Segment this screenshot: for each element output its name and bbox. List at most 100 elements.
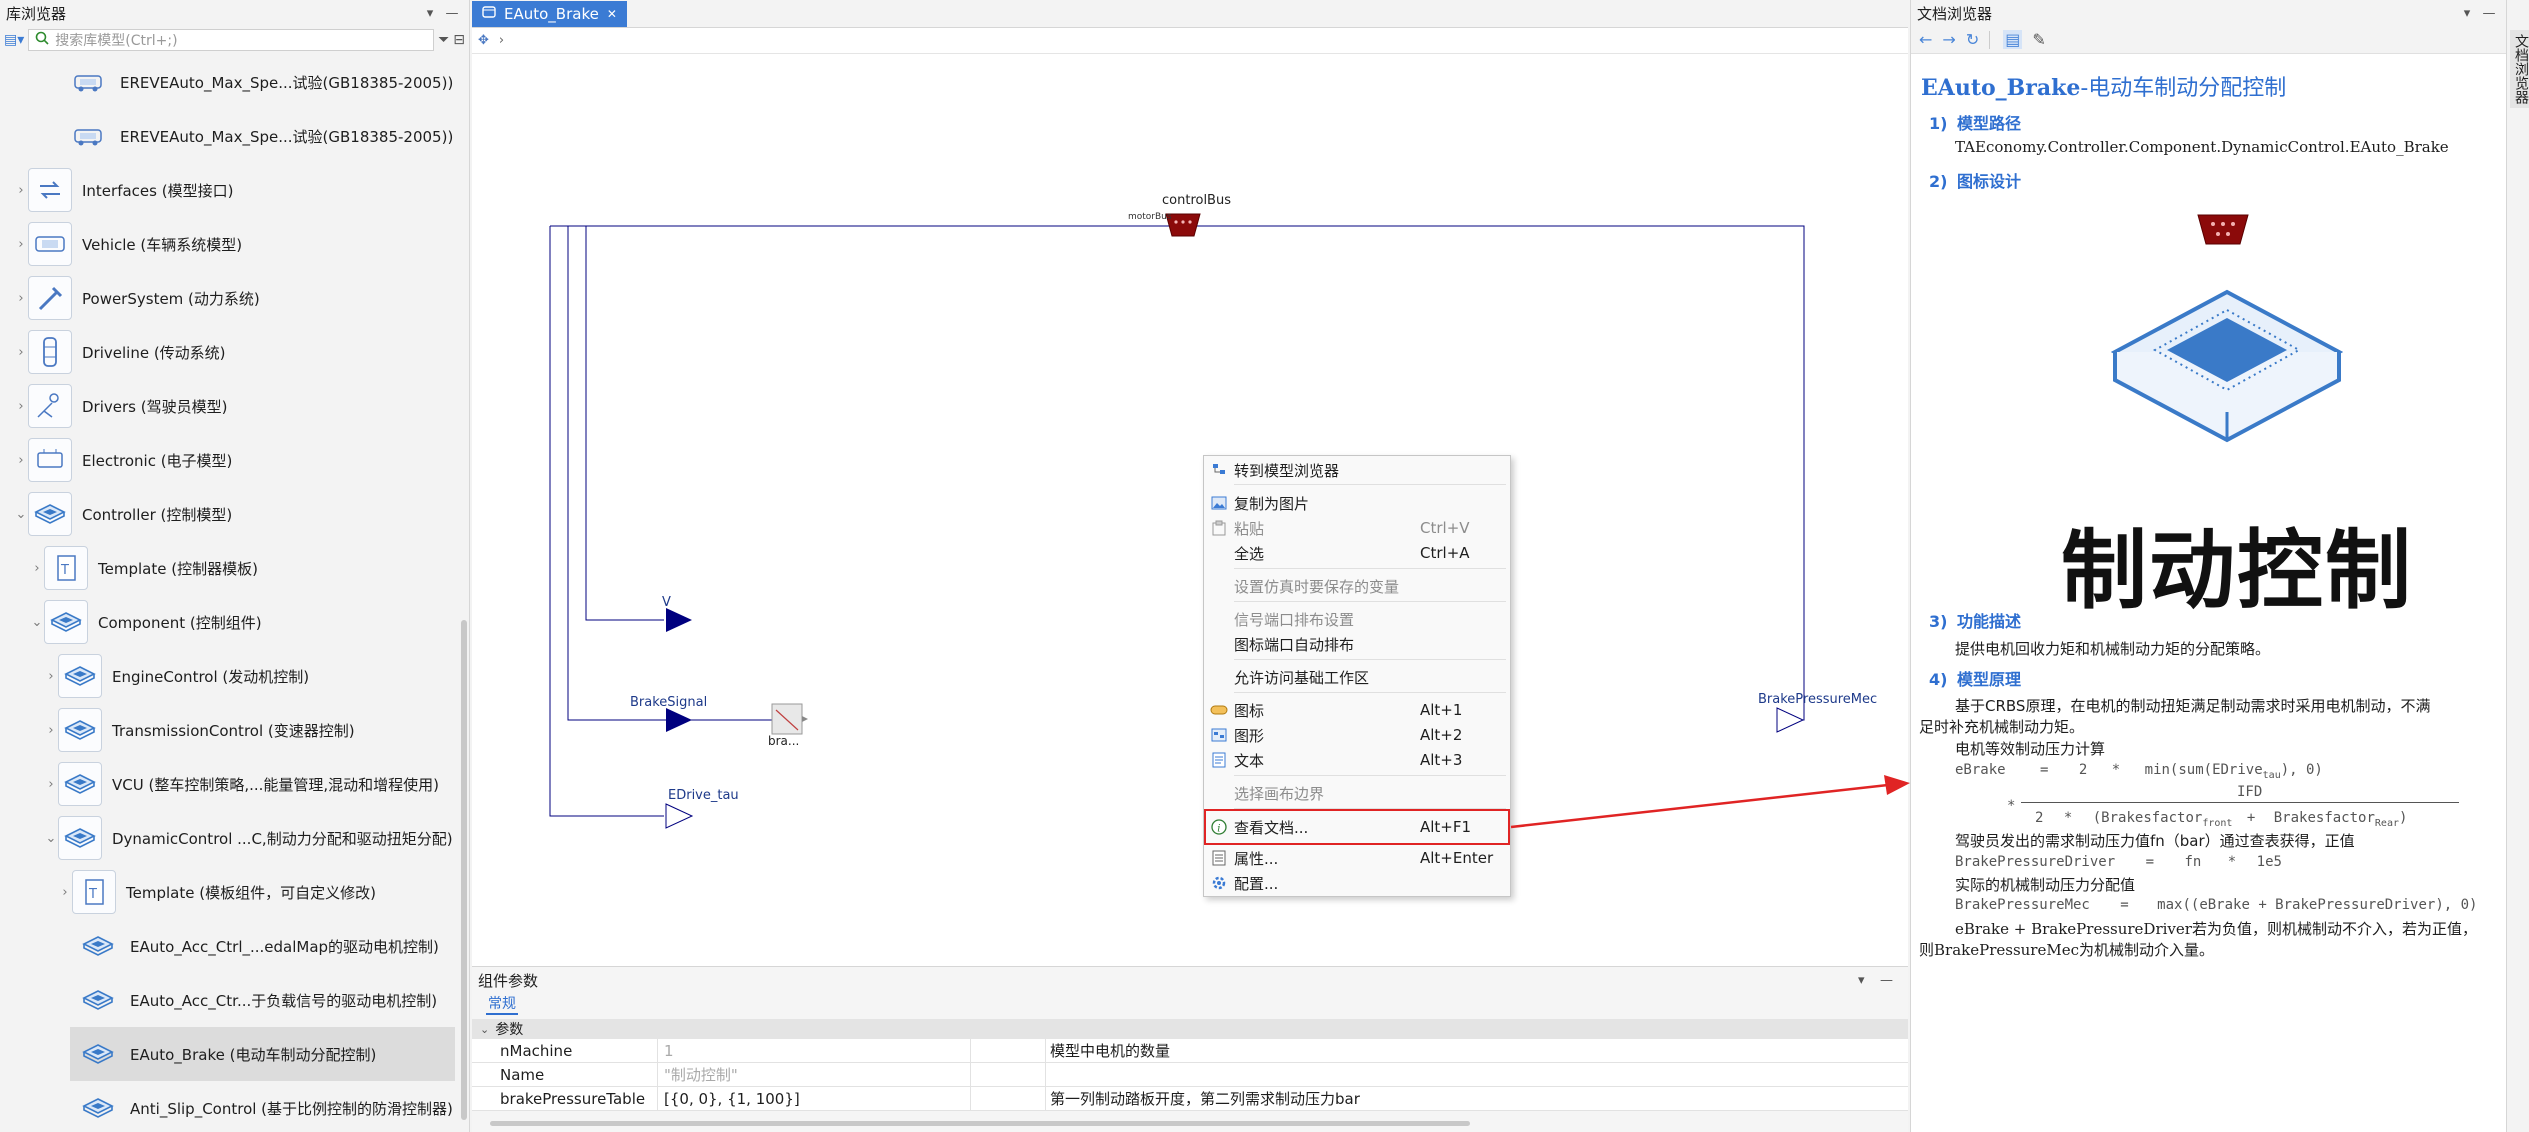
params-group-header[interactable]: ⌄ 参数 [472, 1019, 1908, 1039]
tree-item-eauto-acc-ctrl-2[interactable]: EAuto_Acc_Ctr...于负载信号的驱动电机控制) [0, 973, 455, 1027]
param-value-input[interactable]: [{0, 0}, {1, 100}] [658, 1087, 971, 1110]
image-icon [1204, 496, 1234, 510]
tree-item-powersystem[interactable]: › PowerSystem (动力系统) [0, 271, 455, 325]
brakesignal-label: BrakeSignal [630, 695, 708, 710]
collapse-all-icon[interactable]: ⊟ [453, 32, 465, 48]
minimize-icon[interactable]: — [2478, 6, 2500, 21]
chevron-right-icon[interactable]: › [14, 291, 28, 306]
tree-item-controller[interactable]: ⌄ Controller (控制模型) [0, 487, 455, 541]
chevron-down-icon[interactable]: ⌄ [480, 1023, 489, 1036]
chevron-down-icon[interactable]: ⌄ [14, 507, 28, 522]
info-icon: i [1204, 819, 1234, 835]
menu-item-signal-port-layout[interactable]: 信号端口排布设置 [1204, 607, 1510, 631]
chevron-down-icon[interactable]: ▾ [2456, 6, 2478, 21]
menu-item-view-documentation[interactable]: i 查看文档... Alt+F1 [1204, 809, 1510, 845]
doc-section-4-title: 4) 模型原理 [1929, 670, 2022, 689]
tab-eauto-brake[interactable]: EAuto_Brake ✕ [472, 1, 627, 27]
chevron-right-icon[interactable]: › [14, 183, 28, 198]
minimize-icon[interactable]: — [1880, 973, 1902, 988]
tree-item-label: Driveline (传动系统) [82, 343, 226, 362]
tree-item-controller-template[interactable]: › T Template (控制器模板) [0, 541, 455, 595]
chevron-right-icon[interactable]: › [44, 777, 58, 792]
chevron-down-icon[interactable]: ▾ [1858, 973, 1880, 988]
tree-item-label: Component (控制组件) [98, 613, 262, 632]
doc-motor-pressure-heading: 电机等效制动压力计算 [1955, 740, 2106, 758]
close-icon[interactable]: ✕ [607, 7, 617, 21]
chevron-right-icon[interactable]: › [58, 885, 72, 900]
param-value-input[interactable]: 1 [658, 1039, 971, 1062]
menu-item-allow-base-workspace[interactable]: 允许访问基础工作区 [1204, 665, 1510, 689]
chevron-right-icon[interactable]: › [44, 723, 58, 738]
tree-item-eauto-brake[interactable]: EAuto_Brake (电动车制动分配控制) [70, 1027, 455, 1081]
chevron-right-icon[interactable]: › [44, 669, 58, 684]
doc-heading: EAuto_Brake-电动车制动分配控制 [1921, 75, 2287, 101]
tree-item-anti-slip-control[interactable]: Anti_Slip_Control (基于比例控制的防滑控制器) [0, 1081, 455, 1132]
params-scrollbar[interactable] [490, 1121, 1470, 1126]
back-arrow-icon[interactable]: ← [1919, 30, 1932, 49]
menu-separator [1234, 775, 1506, 776]
doc-view-icon[interactable]: ▤ [2003, 30, 2023, 49]
list-item[interactable]: EREVEAuto_Max_Spe...试验(GB18385-2005)) [0, 109, 455, 163]
tree-item-dynamiccontrol[interactable]: ⌄ DynamicControl ...C,制动力分配和驱动扭矩分配) [0, 811, 455, 865]
library-search-input[interactable]: 搜索库模型(Ctrl+;) [28, 29, 435, 51]
chevron-right-icon[interactable]: › [14, 237, 28, 252]
tree-item-template-components[interactable]: › T Template (模板组件，可自定义修改) [0, 865, 455, 919]
menu-separator [1234, 692, 1506, 693]
chevron-down-icon[interactable]: ▾ [419, 6, 441, 21]
menu-item-paste[interactable]: 粘贴 Ctrl+V [1204, 516, 1510, 540]
tree-item-vehicle[interactable]: › Vehicle (车辆系统模型) [0, 217, 455, 271]
menu-item-diagram-view[interactable]: 图形 Alt+2 [1204, 723, 1510, 747]
edrive-tau-label: EDrive_tau [668, 788, 739, 803]
chevron-right-icon[interactable]: › [14, 345, 28, 360]
library-scrollbar[interactable] [461, 620, 467, 1120]
edit-icon[interactable]: ✎ [2032, 30, 2045, 49]
tree-item-interfaces[interactable]: › Interfaces (模型接口) [0, 163, 455, 217]
refresh-icon[interactable]: ↻ [1966, 30, 1979, 49]
tree-item-electronic[interactable]: › Electronic (电子模型) [0, 433, 455, 487]
editor-area: EAuto_Brake ✕ ✥ › controlBus motorBus V … [472, 0, 1908, 1132]
menu-item-goto-model-browser[interactable]: 转到模型浏览器 [1204, 458, 1510, 482]
tree-item-enginecontrol[interactable]: › EngineControl (发动机控制) [0, 649, 455, 703]
chevron-right-icon[interactable]: › [499, 33, 504, 48]
home-icon[interactable]: ✥ [478, 33, 489, 48]
tab-general[interactable]: 常规 [486, 993, 518, 1015]
forward-arrow-icon[interactable]: → [1942, 30, 1955, 49]
chip-icon [58, 816, 102, 860]
tree-item-driveline[interactable]: › Driveline (传动系统) [0, 325, 455, 379]
menu-item-select-canvas-bounds[interactable]: 选择画布边界 [1204, 781, 1510, 805]
component-chip-icon [2111, 289, 2343, 443]
tree-item-component[interactable]: ⌄ Component (控制组件) [0, 595, 455, 649]
filter-icon[interactable]: ⏷ [438, 32, 449, 48]
chevron-right-icon[interactable]: › [14, 453, 28, 468]
chevron-right-icon[interactable]: › [14, 399, 28, 414]
doc-function-desc: 提供电机回收力矩和机械制动力矩的分配策略。 [1955, 640, 2271, 658]
chevron-down-icon[interactable]: ⌄ [30, 615, 44, 630]
menu-item-copy-as-image[interactable]: 复制为图片 [1204, 491, 1510, 515]
chevron-down-icon[interactable]: ⌄ [44, 831, 58, 846]
table-row[interactable]: nMachine 1 模型中电机的数量 [472, 1039, 1908, 1063]
chevron-right-icon[interactable]: › [30, 561, 44, 576]
library-search-bar: ▤▾ 搜索库模型(Ctrl+;) ⏷ ⊟ [0, 26, 469, 54]
tree-item-eauto-acc-ctrl-1[interactable]: EAuto_Acc_Ctrl_...edalMap的驱动电机控制) [0, 919, 455, 973]
table-row[interactable]: brakePressureTable [{0, 0}, {1, 100}] 第一… [472, 1087, 1908, 1111]
table-row[interactable]: Name "制动控制" [472, 1063, 1908, 1087]
tree-item-vcu[interactable]: › VCU (整车控制策略,...能量管理,混动和增程使用) [0, 757, 455, 811]
search-placeholder: 搜索库模型(Ctrl+;) [55, 33, 178, 49]
list-item[interactable]: EREVEAuto_Max_Spe...试验(GB18385-2005)) [0, 55, 455, 109]
minimize-icon[interactable]: — [441, 6, 463, 21]
menu-item-configure[interactable]: 配置... [1204, 871, 1510, 895]
diagram-canvas[interactable]: controlBus motorBus V BrakeSignal bra...… [472, 54, 1908, 966]
chip-icon [76, 1086, 120, 1130]
tree-item-transmissioncontrol[interactable]: › TransmissionControl (变速器控制) [0, 703, 455, 757]
svg-text:T: T [88, 887, 97, 902]
tree-item-drivers[interactable]: › Drivers (驾驶员模型) [0, 379, 455, 433]
menu-item-select-all[interactable]: 全选 Ctrl+A [1204, 541, 1510, 565]
library-menu-icon[interactable]: ▤▾ [4, 32, 24, 48]
menu-item-icon-view[interactable]: 图标 Alt+1 [1204, 698, 1510, 722]
menu-item-properties[interactable]: 属性... Alt+Enter [1204, 846, 1510, 870]
menu-item-text-view[interactable]: 文本 Alt+3 [1204, 748, 1510, 772]
param-value-input[interactable]: "制动控制" [658, 1063, 971, 1086]
side-tab-doc-browser[interactable]: 文档浏览器 [2510, 30, 2529, 108]
menu-item-set-saved-variables[interactable]: 设置仿真时要保存的变量 [1204, 574, 1510, 598]
menu-item-auto-layout-ports[interactable]: 图标端口自动排布 [1204, 632, 1510, 656]
